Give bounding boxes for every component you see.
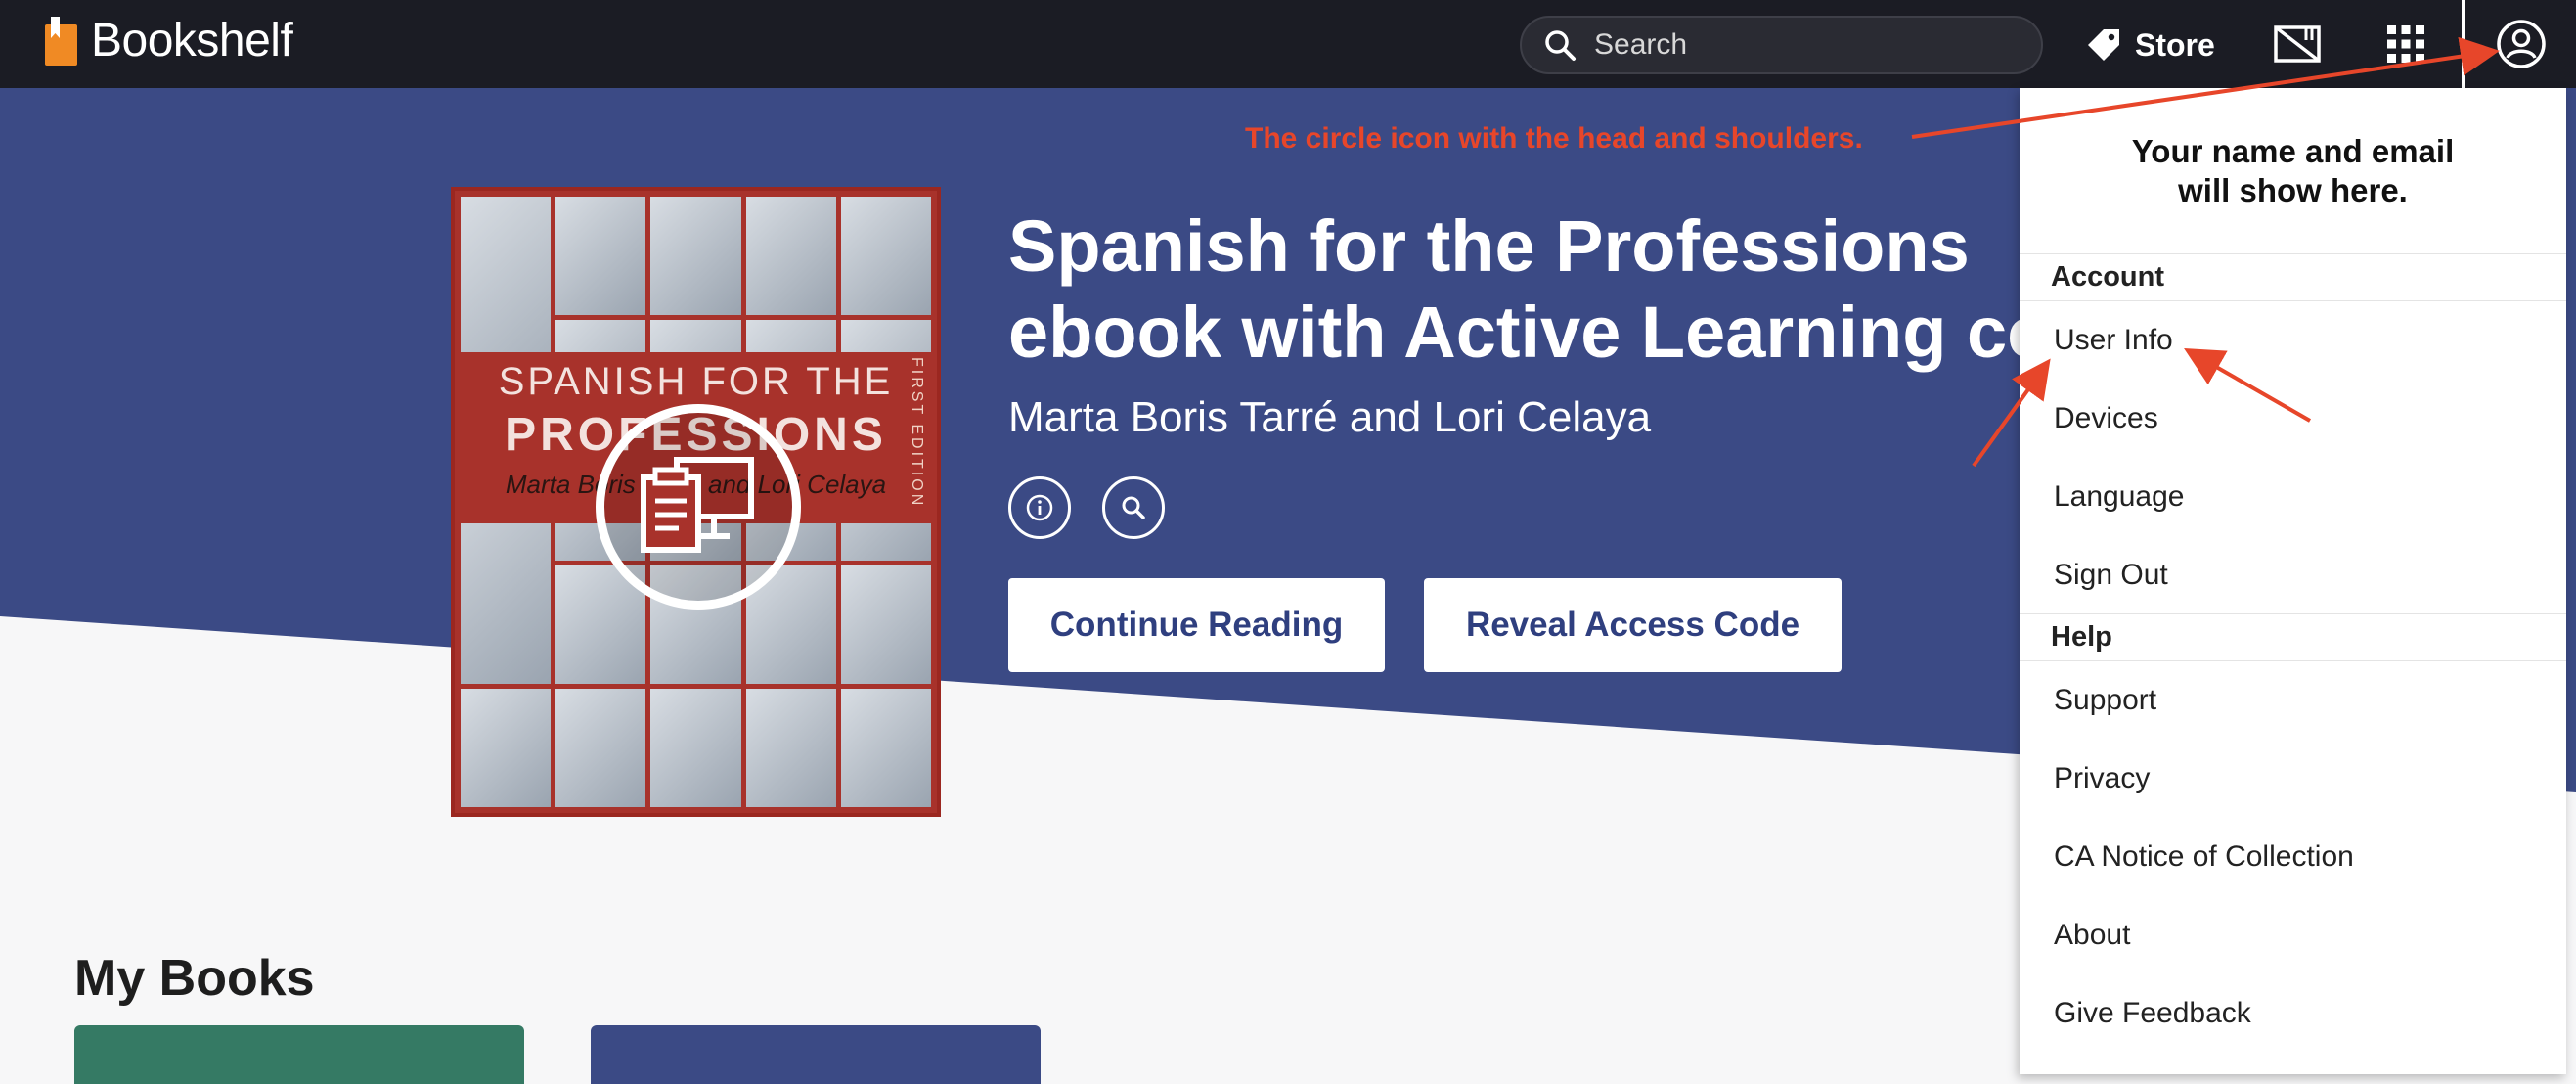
profile-menu: Your name and email will show here. Acco… bbox=[2020, 88, 2566, 1074]
digital-access-icon bbox=[641, 457, 754, 553]
help-section-heading: Help bbox=[2020, 614, 2566, 661]
menu-item-privacy[interactable]: Privacy bbox=[2020, 740, 2566, 818]
continue-reading-button[interactable]: Continue Reading bbox=[1008, 578, 1385, 672]
book-authors: Marta Boris Tarré and Lori Celaya bbox=[1008, 393, 1652, 441]
bookshelf-logo[interactable]: Bookshelf bbox=[45, 14, 293, 68]
digital-access-badge bbox=[596, 404, 801, 610]
menu-item-give-feedback[interactable]: Give Feedback bbox=[2020, 974, 2566, 1053]
search-box[interactable] bbox=[1520, 16, 2043, 74]
search-icon bbox=[1545, 30, 1576, 61]
annotation-text: The circle icon with the head and should… bbox=[1245, 122, 1863, 155]
apps-button[interactable] bbox=[2379, 18, 2432, 70]
user-circle-icon bbox=[2497, 20, 2546, 68]
logo-text: Bookshelf bbox=[91, 15, 293, 67]
reveal-access-code-button[interactable]: Reveal Access Code bbox=[1424, 578, 1842, 672]
menu-item-support[interactable]: Support bbox=[2020, 661, 2566, 740]
book-tile[interactable] bbox=[591, 1025, 1041, 1084]
bookshelf-logo-icon bbox=[45, 16, 77, 66]
menu-item-language[interactable]: Language bbox=[2020, 458, 2566, 536]
redeem-code-button[interactable] bbox=[2271, 18, 2324, 70]
book-info-button[interactable] bbox=[1008, 476, 1071, 539]
profile-button[interactable] bbox=[2494, 17, 2549, 71]
search-input[interactable] bbox=[1594, 28, 2005, 62]
account-section-heading: Account bbox=[2020, 254, 2566, 301]
cover-title-line1: SPANISH FOR THE bbox=[498, 360, 894, 403]
store-link[interactable]: Store bbox=[2086, 20, 2215, 70]
tag-icon bbox=[2088, 29, 2119, 61]
store-label: Store bbox=[2135, 26, 2215, 63]
book-tile[interactable] bbox=[74, 1025, 524, 1084]
menu-item-ca-notice[interactable]: CA Notice of Collection bbox=[2020, 818, 2566, 896]
menu-item-sign-out[interactable]: Sign Out bbox=[2020, 536, 2566, 614]
menu-item-about[interactable]: About bbox=[2020, 896, 2566, 974]
info-icon bbox=[1026, 494, 1053, 521]
my-books-heading: My Books bbox=[74, 950, 315, 1007]
redeem-code-icon bbox=[2274, 25, 2321, 63]
profile-menu-header: Your name and email will show here. bbox=[2020, 88, 2566, 254]
menu-item-user-info[interactable]: User Info bbox=[2020, 301, 2566, 380]
menu-item-devices[interactable]: Devices bbox=[2020, 380, 2566, 458]
apps-grid-icon bbox=[2387, 25, 2424, 63]
top-navigation-bar: Bookshelf Store bbox=[0, 0, 2576, 88]
search-in-book-button[interactable] bbox=[1102, 476, 1165, 539]
book-cover[interactable]: SPANISH FOR THE PROFESSIONS Marta Boris … bbox=[451, 187, 941, 817]
cover-edition: FIRST EDITION bbox=[909, 357, 925, 509]
magnify-icon bbox=[1122, 496, 1145, 519]
profile-divider bbox=[2462, 0, 2465, 88]
